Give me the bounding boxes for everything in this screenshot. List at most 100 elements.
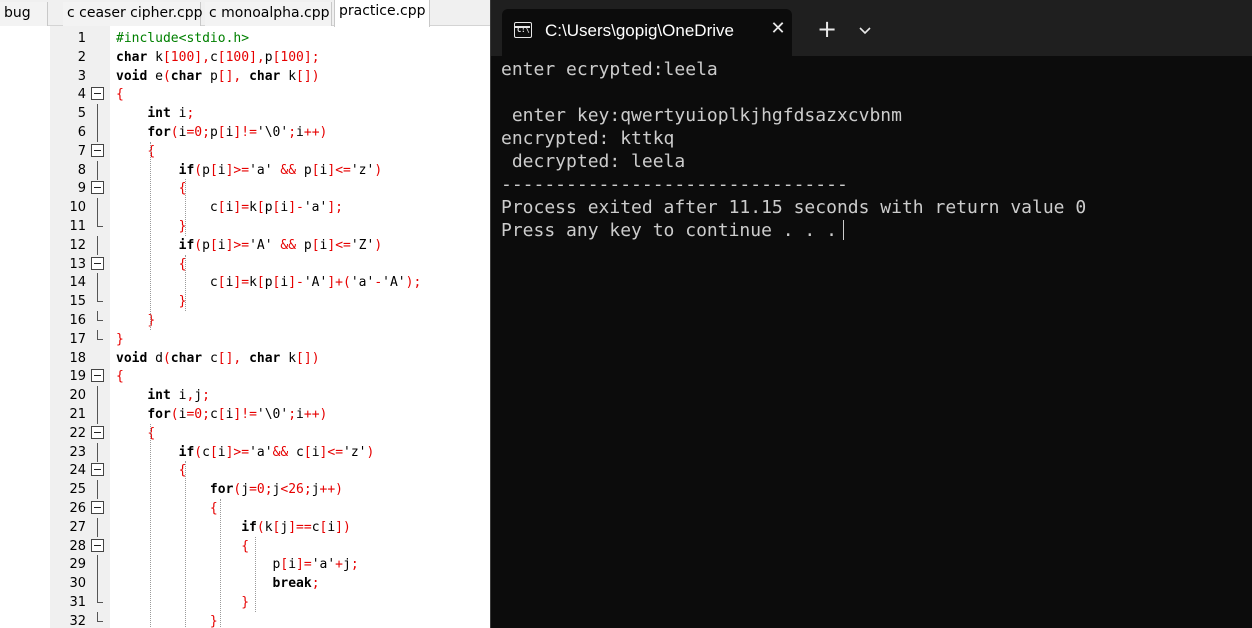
tab-bug[interactable]: bug bbox=[0, 2, 48, 26]
code-line[interactable]: 31 } bbox=[0, 593, 490, 612]
code-line[interactable]: 3 void e(char p[], char k[]) bbox=[0, 67, 490, 86]
code-text: { bbox=[178, 181, 187, 197]
terminal-output[interactable]: enter ecrypted:leela enter key:qwertyuio… bbox=[501, 58, 1241, 242]
terminal-icon: C:\ bbox=[514, 22, 532, 38]
terminal-prompt-line: Press any key to continue . . . bbox=[501, 219, 1241, 242]
fold-collapse-icon[interactable] bbox=[91, 501, 104, 514]
terminal-tab-title: C:\Users\gopig\OneDrive bbox=[545, 21, 734, 40]
code-line[interactable]: 24 { bbox=[0, 461, 490, 480]
line-number: 20 bbox=[69, 388, 86, 404]
line-number: 26 bbox=[69, 501, 86, 516]
code-text: #include<stdio.h> bbox=[116, 31, 250, 46]
code-line[interactable]: 28 { bbox=[0, 537, 490, 556]
code-line[interactable]: 11 } bbox=[0, 217, 490, 236]
code-line[interactable]: 2 char k[100],c[100],p[100]; bbox=[0, 48, 490, 67]
line-number: 29 bbox=[69, 557, 86, 573]
fold-end-marker bbox=[97, 593, 103, 603]
terminal-line: Process exited after 11.15 seconds with … bbox=[501, 197, 1087, 218]
code-line[interactable]: 9 { bbox=[0, 179, 490, 198]
code-line[interactable]: 15 } bbox=[0, 292, 490, 311]
tab-c-monoalpha[interactable]: c monoalpha.cpp bbox=[205, 2, 332, 26]
fold-collapse-icon[interactable] bbox=[91, 369, 104, 383]
fold-collapse-icon[interactable] bbox=[91, 538, 104, 552]
code-text: { bbox=[178, 463, 187, 479]
fold-guide bbox=[97, 160, 98, 180]
terminal-line: Press any key to continue . . . bbox=[501, 220, 837, 241]
fold-guide bbox=[97, 574, 98, 594]
fold-guide bbox=[97, 104, 98, 124]
code-text: { bbox=[116, 369, 124, 385]
line-number: 4 bbox=[77, 87, 86, 103]
line-number: 22 bbox=[69, 425, 86, 441]
line-number: 3 bbox=[77, 68, 86, 84]
code-line[interactable]: 22 { bbox=[0, 424, 490, 443]
fold-collapse-icon[interactable] bbox=[91, 181, 104, 195]
code-line[interactable]: 21 for(i=0;c[i]!='\0';i++) bbox=[0, 405, 490, 424]
code-line[interactable]: 29 p[i]='a'+j; bbox=[0, 555, 490, 575]
code-line[interactable]: 17} bbox=[0, 329, 490, 349]
tab-c-ceaser-cipher[interactable]: c ceaser cipher.cpp bbox=[63, 2, 203, 26]
fold-collapse-icon[interactable] bbox=[91, 87, 104, 101]
terminal-tab[interactable]: C:\ C:\Users\gopig\OneDrive ✕ bbox=[502, 9, 792, 56]
code-editor: bug c ceaser cipher.cpp c monoalpha.cpp … bbox=[0, 0, 490, 628]
indent-guide bbox=[150, 141, 151, 330]
new-tab-button[interactable]: + bbox=[813, 16, 841, 44]
close-tab-icon[interactable]: ✕ bbox=[767, 18, 789, 40]
code-line[interactable]: 16 } bbox=[0, 311, 490, 330]
code-line[interactable]: 14 c[i]=k[p[i]-'A']+('a'-'A'); bbox=[0, 273, 490, 293]
fold-collapse-icon[interactable] bbox=[91, 256, 104, 270]
code-line[interactable]: 30 break; bbox=[0, 574, 490, 594]
line-number: 12 bbox=[69, 237, 86, 253]
code-line[interactable]: 25 for(j=0;j<26;j++) bbox=[0, 480, 490, 500]
terminal-titlebar: C:\ C:\Users\gopig\OneDrive ✕ + bbox=[491, 0, 1252, 56]
code-line[interactable]: 12 if(p[i]>='A' && p[i]<='Z') bbox=[0, 235, 490, 255]
code-line[interactable]: 26 { bbox=[0, 499, 490, 518]
line-number: 6 bbox=[77, 125, 86, 140]
code-line[interactable]: 20 int i,j; bbox=[0, 386, 490, 406]
terminal-line: encrypted: kttkq bbox=[501, 128, 675, 149]
line-number: 27 bbox=[69, 519, 86, 535]
code-line[interactable]: 6 for(i=0;p[i]!='\0';i++) bbox=[0, 123, 490, 142]
code-text: } bbox=[241, 595, 250, 610]
code-text: c[i]=k[p[i]-'A']+('a'-'A'); bbox=[209, 275, 422, 291]
code-line[interactable]: 4{ bbox=[0, 85, 490, 104]
fold-guide bbox=[97, 480, 98, 500]
code-text: break; bbox=[272, 576, 320, 592]
code-line[interactable]: 7 { bbox=[0, 142, 490, 161]
line-number: 17 bbox=[69, 331, 86, 347]
line-number: 18 bbox=[69, 350, 86, 366]
code-line[interactable]: 27 if(k[j]==c[i]) bbox=[0, 517, 490, 537]
code-text: } bbox=[209, 613, 218, 628]
code-text: if(k[j]==c[i]) bbox=[241, 519, 351, 535]
line-number: 32 bbox=[69, 613, 86, 628]
fold-end-marker bbox=[97, 217, 103, 227]
code-text: { bbox=[241, 538, 250, 554]
chevron-down-icon[interactable] bbox=[853, 18, 877, 42]
code-line[interactable]: 23 if(c[i]>='a'&& c[i]<='z') bbox=[0, 442, 490, 462]
code-text: if(c[i]>='a'&& c[i]<='z') bbox=[178, 444, 375, 460]
line-number: 19 bbox=[69, 369, 86, 385]
code-line[interactable]: 8 if(p[i]>='a' && p[i]<='z') bbox=[0, 160, 490, 180]
code-line[interactable]: 13 { bbox=[0, 255, 490, 274]
fold-collapse-icon[interactable] bbox=[91, 463, 104, 477]
code-line[interactable]: 18 void d(char c[], char k[]) bbox=[0, 349, 490, 368]
fold-collapse-icon[interactable] bbox=[91, 425, 104, 439]
line-number: 9 bbox=[77, 181, 86, 197]
text-cursor bbox=[842, 220, 844, 240]
fold-collapse-icon[interactable] bbox=[91, 143, 104, 157]
tab-practice[interactable]: practice.cpp bbox=[334, 0, 430, 27]
code-text: { bbox=[209, 501, 218, 516]
code-line[interactable]: 1 #include<stdio.h> bbox=[0, 29, 490, 48]
code-text: if(p[i]>='a' && p[i]<='z') bbox=[178, 162, 383, 178]
code-text: void e(char p[], char k[]) bbox=[116, 68, 320, 84]
terminal-window: C:\ C:\Users\gopig\OneDrive ✕ + enter ec… bbox=[490, 0, 1252, 628]
code-text: int i; bbox=[147, 106, 195, 122]
fold-end-marker bbox=[97, 611, 103, 622]
code-line[interactable]: 5 int i; bbox=[0, 104, 490, 124]
code-line[interactable]: 19 { bbox=[0, 367, 490, 386]
code-line[interactable]: 10 c[i]=k[p[i]-'a']; bbox=[0, 198, 490, 218]
terminal-line: enter key:qwertyuioplkjhgfdsazxcvbnm bbox=[501, 105, 902, 126]
code-line[interactable]: 32 } bbox=[0, 611, 490, 628]
fold-end-marker bbox=[97, 311, 103, 321]
line-number: 23 bbox=[69, 444, 86, 460]
